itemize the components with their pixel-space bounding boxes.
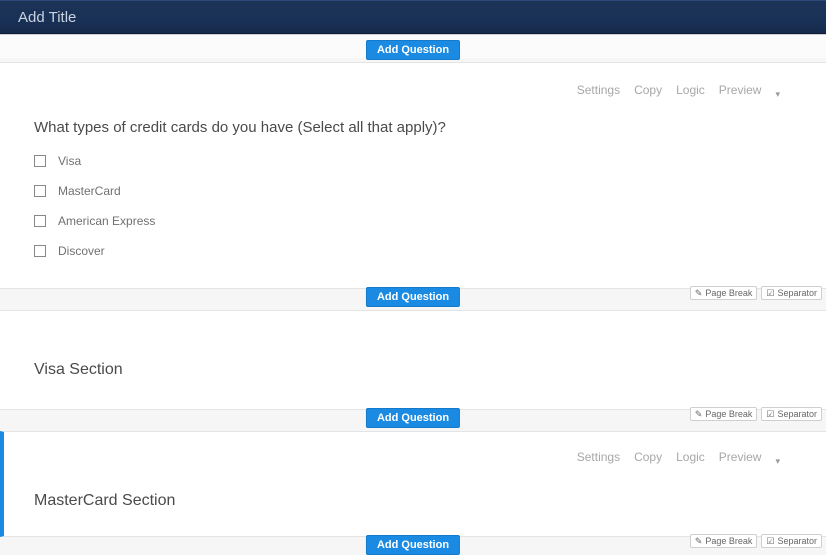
option-row[interactable]: American Express — [34, 214, 792, 228]
option-label: Discover — [58, 244, 105, 258]
top-add-row: Add Question — [0, 34, 826, 58]
option-row[interactable]: Visa — [34, 154, 792, 168]
chevron-down-icon[interactable]: ▾ — [775, 89, 780, 100]
survey-title-bar[interactable]: Add Title — [0, 0, 826, 34]
separator-button[interactable]: ☑ Separator — [761, 534, 822, 548]
add-question-button[interactable]: Add Question — [366, 535, 460, 555]
option-label: American Express — [58, 214, 155, 228]
toolbar-logic[interactable]: Logic — [676, 83, 705, 97]
toolbar-settings[interactable]: Settings — [577, 450, 620, 464]
option-label: MasterCard — [58, 184, 121, 198]
question-text[interactable]: What types of credit cards do you have (… — [34, 119, 792, 136]
separator-button[interactable]: ☑ Separator — [761, 407, 822, 421]
toolbar-copy[interactable]: Copy — [634, 450, 662, 464]
page-break-icon: ✎ — [695, 410, 703, 419]
insert-row: Add Question ✎ Page Break ☑ Separator — [0, 536, 826, 554]
option-row[interactable]: MasterCard — [34, 184, 792, 198]
page-break-button[interactable]: ✎ Page Break — [690, 407, 758, 421]
question-card[interactable]: Settings Copy Logic Preview ▾ What types… — [0, 62, 826, 289]
page-break-icon: ✎ — [695, 537, 703, 546]
survey-title-placeholder: Add Title — [18, 9, 76, 26]
toolbar-preview[interactable]: Preview — [719, 450, 762, 464]
checkbox-icon[interactable] — [34, 185, 46, 197]
checkbox-icon[interactable] — [34, 155, 46, 167]
separator-icon: ☑ — [766, 289, 774, 298]
chevron-down-icon[interactable]: ▾ — [775, 456, 780, 467]
toolbar-copy[interactable]: Copy — [634, 83, 662, 97]
section-card-visa[interactable]: Visa Section — [0, 310, 826, 410]
add-question-button[interactable]: Add Question — [366, 287, 460, 307]
page-break-button[interactable]: ✎ Page Break — [690, 286, 758, 300]
separator-button[interactable]: ☑ Separator — [761, 286, 822, 300]
section-title[interactable]: Visa Section — [34, 361, 792, 379]
insert-row: Add Question ✎ Page Break ☑ Separator — [0, 409, 826, 427]
section-title[interactable]: MasterCard Section — [34, 492, 792, 510]
option-label: Visa — [58, 154, 81, 168]
page-break-button[interactable]: ✎ Page Break — [690, 534, 758, 548]
toolbar-settings[interactable]: Settings — [577, 83, 620, 97]
page-break-icon: ✎ — [695, 289, 703, 298]
add-question-button[interactable]: Add Question — [366, 40, 460, 60]
toolbar-preview[interactable]: Preview — [719, 83, 762, 97]
section-toolbar: Settings Copy Logic Preview ▾ — [577, 450, 780, 464]
add-question-button[interactable]: Add Question — [366, 408, 460, 428]
question-toolbar: Settings Copy Logic Preview ▾ — [577, 83, 780, 97]
toolbar-logic[interactable]: Logic — [676, 450, 705, 464]
checkbox-icon[interactable] — [34, 215, 46, 227]
insert-row: Add Question ✎ Page Break ☑ Separator — [0, 288, 826, 306]
section-card-mastercard-selected[interactable]: Settings Copy Logic Preview ▾ MasterCard… — [0, 431, 826, 537]
separator-icon: ☑ — [766, 410, 774, 419]
option-row[interactable]: Discover — [34, 244, 792, 258]
checkbox-icon[interactable] — [34, 245, 46, 257]
separator-icon: ☑ — [766, 537, 774, 546]
